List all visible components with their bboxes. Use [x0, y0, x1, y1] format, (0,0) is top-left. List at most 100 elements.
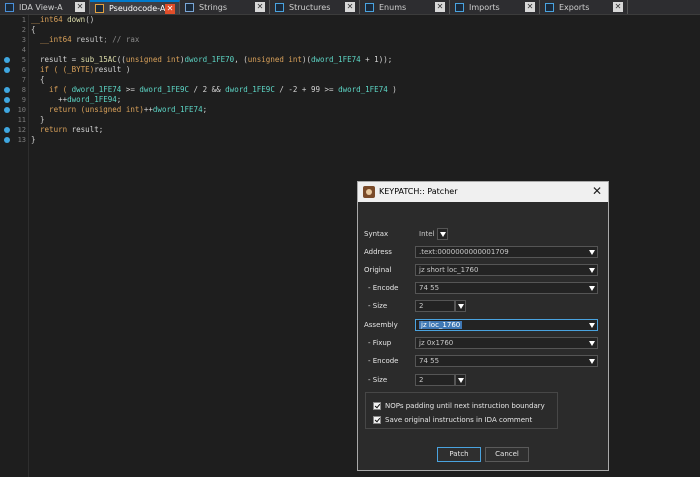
line-number: 11 — [17, 116, 26, 124]
breakpoint-dot-icon[interactable] — [4, 57, 10, 63]
original-encode-field[interactable]: 74 55 — [415, 282, 598, 294]
gutter-separator — [28, 15, 29, 477]
code-line[interactable]: { — [31, 25, 691, 35]
code-token: dword_1FE9C — [139, 85, 190, 94]
structures-icon — [275, 2, 284, 12]
code-token: ++ — [143, 105, 153, 114]
breakpoint-dot-icon[interactable] — [4, 87, 10, 93]
close-icon[interactable]: ✕ — [75, 2, 85, 12]
line-number: 6 — [21, 66, 26, 74]
close-icon[interactable]: ✕ — [613, 2, 623, 12]
code-line[interactable]: if ( dword_1FE74 >= dword_1FE9C / 2 && d… — [31, 85, 691, 95]
gutter-line: 3 — [0, 35, 28, 45]
syntax-select[interactable]: Intel — [415, 228, 437, 240]
code-token: (( — [116, 55, 126, 64]
breakpoint-dot-icon[interactable] — [4, 67, 10, 73]
close-icon[interactable]: ✕ — [345, 2, 355, 12]
patch-button[interactable]: Patch — [437, 447, 481, 462]
checkbox-checked-icon[interactable] — [373, 402, 381, 410]
syntax-value: Intel — [419, 230, 435, 238]
code-line[interactable]: result = sub_15AC((unsigned int)dword_1F… — [31, 55, 691, 65]
assembly-dropdown-icon[interactable] — [587, 320, 597, 330]
code-line[interactable]: return result; — [31, 125, 691, 135]
assembly-size-dropdown-icon[interactable] — [455, 374, 466, 386]
close-icon[interactable]: ✕ — [165, 4, 175, 14]
code-token: __int64 — [31, 15, 68, 24]
code-token: / -2 + 99 >= — [274, 85, 339, 94]
close-icon[interactable]: ✕ — [435, 2, 445, 12]
syntax-label: Syntax — [364, 230, 389, 238]
address-value: .text:0000000000001709 — [419, 248, 509, 256]
code-line[interactable]: if ( (_BYTE)result ) — [31, 65, 691, 75]
address-combo[interactable]: .text:0000000000001709 — [415, 246, 598, 258]
code-line[interactable]: } — [31, 115, 691, 125]
code-token: down — [67, 15, 86, 24]
address-dropdown-icon[interactable] — [587, 247, 597, 257]
breakpoint-dot-icon[interactable] — [4, 127, 10, 133]
code-line[interactable]: ++dword_1FE94; — [31, 95, 691, 105]
code-token: ++ — [31, 95, 68, 104]
pseudocode-view[interactable]: __int64 down(){ __int64 result; // rax r… — [31, 15, 691, 145]
assembly-size-value: 2 — [419, 376, 424, 384]
assembly-input[interactable]: jz loc_1760 — [415, 319, 598, 331]
line-number: 9 — [21, 96, 26, 104]
line-number: 3 — [21, 36, 26, 44]
code-line[interactable]: __int64 result; // rax — [31, 35, 691, 45]
gutter-line: 6 — [0, 65, 28, 75]
code-line[interactable]: { — [31, 75, 691, 85]
line-gutter: 1 2 3 4 5 6 7 8 9 10 11 12 13 — [0, 15, 28, 477]
code-token: dword_1FE9C — [225, 85, 275, 94]
close-icon[interactable]: ✕ — [592, 184, 602, 198]
nop-padding-checkbox[interactable]: NOPs padding until next instruction boun… — [373, 401, 545, 411]
tab-structures[interactable]: Structures ✕ — [270, 0, 360, 14]
fixup-field[interactable]: jz 0x1760 — [415, 337, 598, 349]
checkbox-checked-icon[interactable] — [373, 416, 381, 424]
code-token: result — [76, 35, 104, 44]
assembly-encode-field[interactable]: 74 55 — [415, 355, 598, 367]
assembly-size-field[interactable]: 2 — [415, 374, 455, 386]
syntax-dropdown-icon[interactable] — [437, 228, 448, 240]
save-original-checkbox[interactable]: Save original instructions in IDA commen… — [373, 415, 532, 425]
tab-pseudocode-a[interactable]: Pseudocode-A ✕ — [90, 0, 180, 14]
original-size-field[interactable]: 2 — [415, 300, 455, 312]
assembly-encode-dropdown-icon[interactable] — [587, 356, 597, 366]
original-dropdown-icon[interactable] — [587, 265, 597, 275]
code-token: >= — [121, 85, 140, 94]
original-size-dropdown-icon[interactable] — [455, 300, 466, 312]
tab-label: IDA View-A — [19, 2, 63, 12]
code-line[interactable]: return (unsigned int)++dword_1FE74; — [31, 105, 691, 115]
close-icon[interactable]: ✕ — [525, 2, 535, 12]
tab-label: Pseudocode-A — [109, 3, 166, 13]
code-token: unsigned int — [125, 55, 181, 64]
enums-icon — [365, 2, 374, 12]
code-token: , ( — [234, 55, 248, 64]
original-encode-dropdown-icon[interactable] — [587, 283, 597, 293]
nop-padding-label: NOPs padding until next instruction boun… — [385, 402, 545, 410]
code-line[interactable]: } — [31, 135, 691, 145]
fixup-dropdown-icon[interactable] — [587, 338, 597, 348]
breakpoint-dot-icon[interactable] — [4, 97, 10, 103]
code-line[interactable] — [31, 45, 691, 55]
tab-exports[interactable]: Exports ✕ — [540, 0, 628, 14]
breakpoint-dot-icon[interactable] — [4, 137, 10, 143]
close-icon[interactable]: ✕ — [255, 2, 265, 12]
original-field[interactable]: jz short loc_1760 — [415, 264, 598, 276]
tab-enums[interactable]: Enums ✕ — [360, 0, 450, 14]
cancel-button[interactable]: Cancel — [485, 447, 529, 462]
gutter-line: 12 — [0, 125, 28, 135]
code-token: __int64 — [31, 35, 77, 44]
line-number: 1 — [21, 16, 26, 24]
tab-strings[interactable]: Strings ✕ — [180, 0, 270, 14]
breakpoint-dot-icon[interactable] — [4, 107, 10, 113]
code-token: unsigned int — [247, 55, 302, 64]
tab-imports[interactable]: Imports ✕ — [450, 0, 540, 14]
code-token: )( — [301, 55, 311, 64]
code-token: ; // rax — [103, 35, 140, 44]
line-number: 7 — [21, 76, 26, 84]
line-number: 13 — [17, 136, 26, 144]
original-label: Original — [364, 266, 392, 274]
tab-ida-view-a[interactable]: IDA View-A ✕ — [0, 0, 90, 14]
code-line[interactable]: __int64 down() — [31, 15, 691, 25]
code-token: if ( — [31, 65, 63, 74]
gutter-line: 2 — [0, 25, 28, 35]
